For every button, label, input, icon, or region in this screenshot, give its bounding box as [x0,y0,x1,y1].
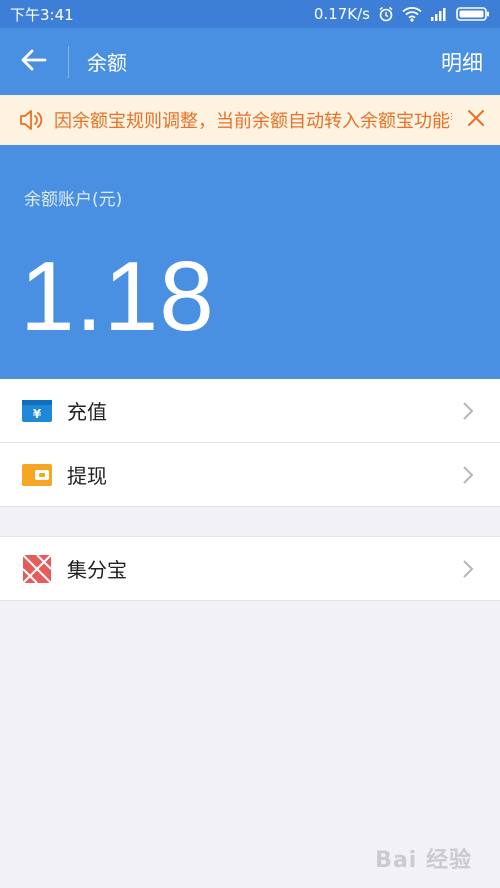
signal-icon [430,7,448,21]
recharge-label: 充值 [67,400,107,424]
status-bar: 下午3:41 0.17K/s [0,0,500,28]
status-indicators: 0.17K/s [314,5,490,23]
notice-text: 因余额宝规则调整，当前余额自动转入余额宝功能暂停 [54,111,452,132]
nav-bar: 余额 明细 [0,28,500,95]
jifenbao-label: 集分宝 [67,558,127,582]
notice-bar: 因余额宝规则调整，当前余额自动转入余额宝功能暂停 [0,95,500,145]
chevron-right-icon [458,559,478,579]
page-title: 余额 [87,51,127,75]
detail-button[interactable]: 明细 [441,47,483,77]
withdraw-row[interactable]: 提现 [0,443,500,506]
notice-close-button[interactable] [452,95,500,145]
balance-card: 余额账户(元) 1.18 [0,145,500,379]
network-speed: 0.17K/s [313,5,370,23]
balance-label: 余额账户(元) [24,190,123,210]
jifenbao-row[interactable]: 集分宝 [0,537,500,600]
svg-text:¥: ¥ [33,407,42,421]
close-icon [467,109,485,131]
recharge-row[interactable]: ¥ 充值 [0,379,500,442]
chevron-right-icon [458,465,478,485]
jifenbao-icon [22,553,52,584]
row-divider [0,506,500,507]
speaker-icon [18,108,46,132]
back-button[interactable] [0,28,68,95]
wallet-yuan-icon: ¥ [22,399,52,423]
wifi-icon [402,6,422,22]
wallet-card-icon [22,463,52,487]
status-time: 下午3:41 [10,5,74,24]
watermark: Bai 经验 [375,848,472,873]
chevron-right-icon [458,401,478,421]
balance-value: 1.18 [20,241,215,351]
arrow-left-icon [21,49,47,75]
nav-divider [68,45,69,78]
battery-icon [456,6,490,22]
withdraw-label: 提现 [67,464,107,488]
alarm-icon [378,6,394,22]
row-divider [0,600,500,601]
